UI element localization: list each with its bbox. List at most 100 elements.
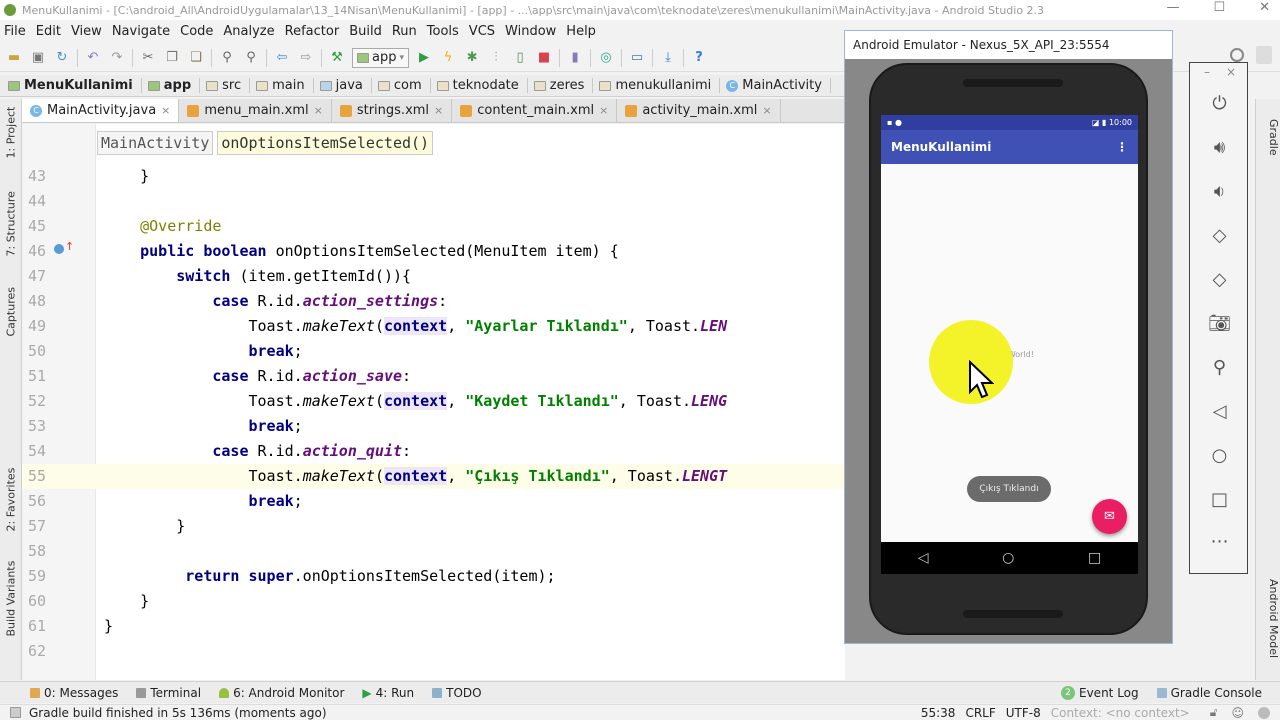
breadcrumb-item[interactable]: MenuKullanimi bbox=[8, 78, 142, 93]
menu-tools[interactable]: Tools bbox=[427, 24, 459, 39]
tab-strings[interactable]: strings.xml × bbox=[332, 99, 453, 122]
menu-code[interactable]: Code bbox=[180, 24, 213, 39]
code-line[interactable]: 53 break; bbox=[22, 414, 845, 439]
user-avatar-icon[interactable] bbox=[1256, 46, 1272, 64]
tool-messages[interactable]: 0: Messages bbox=[30, 686, 118, 700]
menu-edit[interactable]: Edit bbox=[36, 24, 61, 39]
code-line[interactable]: 49 Toast.makeText(context, "Ayarlar Tıkl… bbox=[22, 314, 845, 339]
cut-icon[interactable]: ✂ bbox=[139, 49, 157, 67]
open-folder-icon[interactable]: ▬ bbox=[5, 49, 23, 67]
code-line[interactable]: 62 bbox=[22, 639, 845, 664]
breadcrumb-item[interactable]: menukullanimi bbox=[599, 78, 721, 93]
project-structure-icon[interactable]: ▭ bbox=[628, 49, 646, 67]
code-line[interactable]: 57 } bbox=[22, 514, 845, 539]
volume-up-button[interactable]: 🔊︎ bbox=[1190, 137, 1249, 158]
nav-recents-icon[interactable]: □ bbox=[1088, 550, 1101, 566]
code-line[interactable]: 48 case R.id.action_settings: bbox=[22, 289, 845, 314]
menu-help[interactable]: Help bbox=[566, 24, 596, 39]
tool-favorites[interactable]: 2: Favorites bbox=[0, 468, 22, 532]
code-line[interactable]: 58 bbox=[22, 539, 845, 564]
tab-menu-main[interactable]: menu_main.xml × bbox=[179, 99, 332, 122]
close-tab-icon[interactable]: × bbox=[599, 104, 608, 117]
overview-button[interactable]: □ bbox=[1190, 489, 1249, 510]
rotate-left-button[interactable]: ◇ bbox=[1190, 225, 1249, 246]
more-button[interactable]: ⋯ bbox=[1190, 531, 1249, 552]
run-icon[interactable]: ▶ bbox=[415, 49, 433, 67]
code-line[interactable]: 52 Toast.makeText(context, "Kaydet Tıkla… bbox=[22, 389, 845, 414]
fab-mail-button[interactable]: ✉ bbox=[1092, 499, 1127, 534]
attach-debugger-icon[interactable]: ⫶ bbox=[487, 49, 505, 67]
menu-vcs[interactable]: VCS bbox=[469, 24, 495, 39]
tool-windows-toggle-icon[interactable] bbox=[10, 707, 21, 718]
tool-event-log[interactable]: 2 Event Log bbox=[1061, 685, 1139, 700]
tool-android-model[interactable]: Android Model bbox=[1258, 579, 1280, 658]
breadcrumb-item[interactable]: app bbox=[147, 78, 201, 93]
tool-android-monitor[interactable]: 6: Android Monitor bbox=[219, 686, 344, 700]
menu-analyze[interactable]: Analyze bbox=[223, 24, 274, 39]
code-line[interactable]: 43 } bbox=[22, 164, 845, 189]
code-line[interactable]: 51 case R.id.action_save: bbox=[22, 364, 845, 389]
code-line[interactable]: 46 public boolean onOptionsItemSelected(… bbox=[22, 239, 845, 264]
tool-run[interactable]: ▶ 4: Run bbox=[362, 686, 414, 700]
panel-minimize-button[interactable]: – bbox=[1204, 65, 1210, 79]
breadcrumb-item[interactable]: src bbox=[206, 78, 251, 93]
paste-icon[interactable]: ❏ bbox=[187, 49, 205, 67]
file-encoding[interactable]: UTF-8 bbox=[1006, 706, 1041, 720]
close-tab-icon[interactable]: × bbox=[434, 104, 443, 117]
home-button[interactable]: ○ bbox=[1190, 445, 1249, 466]
close-tab-icon[interactable]: × bbox=[762, 104, 771, 117]
breadcrumb-item[interactable]: java bbox=[319, 78, 372, 93]
nav-back-icon[interactable]: ◁ bbox=[918, 550, 929, 566]
search-everywhere-icon[interactable] bbox=[1230, 48, 1244, 62]
sdk-manager-icon[interactable]: ⤓ bbox=[659, 49, 677, 67]
gradle-sync-icon[interactable]: ◎ bbox=[597, 49, 615, 67]
breadcrumb-item[interactable]: C MainActivity bbox=[726, 78, 831, 93]
back-button[interactable]: ◁ bbox=[1190, 401, 1249, 422]
override-gutter-icon[interactable] bbox=[54, 244, 64, 254]
menu-refactor[interactable]: Refactor bbox=[285, 24, 340, 39]
overflow-menu-icon[interactable]: ⋮ bbox=[1116, 140, 1128, 154]
panel-close-button[interactable]: × bbox=[1226, 65, 1236, 79]
screenshot-button[interactable]: 📷︎ bbox=[1190, 313, 1249, 334]
tool-captures[interactable]: Captures bbox=[0, 287, 22, 336]
close-tab-icon[interactable]: × bbox=[161, 104, 170, 117]
run-config-dropdown[interactable]: app ▾ bbox=[352, 47, 410, 68]
code-line[interactable]: 50 break; bbox=[22, 339, 845, 364]
menu-file[interactable]: File bbox=[4, 24, 26, 39]
save-icon[interactable]: ▣ bbox=[29, 49, 47, 67]
volume-down-button[interactable]: 🔉︎ bbox=[1190, 181, 1249, 202]
help-icon[interactable]: ? bbox=[690, 49, 708, 67]
nav-class[interactable]: MainActivity bbox=[97, 131, 214, 155]
minimize-button[interactable]: — bbox=[1166, 0, 1179, 15]
tool-build-variants[interactable]: Build Variants bbox=[0, 561, 22, 637]
copy-icon[interactable]: ❐ bbox=[163, 49, 181, 67]
code-editor[interactable]: MainActivity onOptionsItemSelected() 43 … bbox=[22, 124, 845, 680]
sync-icon[interactable]: ↻ bbox=[53, 49, 71, 67]
forward-icon[interactable]: ⇨ bbox=[297, 49, 315, 67]
line-separator[interactable]: CRLF bbox=[965, 706, 995, 720]
code-line[interactable]: 47 switch (item.getItemId()){ bbox=[22, 264, 845, 289]
tool-todo[interactable]: TODO bbox=[432, 686, 482, 700]
rotate-right-button[interactable]: ◇ bbox=[1190, 269, 1249, 290]
zoom-button[interactable]: ⚲ bbox=[1190, 357, 1249, 378]
debug-icon[interactable]: ✱ bbox=[463, 49, 481, 67]
make-hammer-icon[interactable]: ⚒ bbox=[328, 49, 346, 67]
replace-icon[interactable]: ⚲ bbox=[242, 49, 260, 67]
tool-gradle-console[interactable]: Gradle Console bbox=[1156, 686, 1262, 700]
tab-content-main[interactable]: content_main.xml × bbox=[452, 99, 618, 122]
undo-icon[interactable]: ↶ bbox=[84, 49, 102, 67]
inspector-icon[interactable]: ☺ bbox=[1231, 706, 1244, 720]
breadcrumb-item[interactable]: com bbox=[377, 78, 431, 93]
breadcrumb-item[interactable]: main bbox=[256, 78, 314, 93]
close-button[interactable]: ✕ bbox=[1259, 0, 1270, 15]
breadcrumb-item[interactable]: zeres bbox=[533, 78, 594, 93]
back-icon[interactable]: ⇦ bbox=[273, 49, 291, 67]
tool-project[interactable]: 1: Project bbox=[0, 107, 22, 159]
code-line[interactable]: 44 bbox=[22, 189, 845, 214]
power-button[interactable]: ⏻ bbox=[1190, 93, 1249, 114]
code-line[interactable]: 59 return super.onOptionsItemSelected(it… bbox=[22, 564, 845, 589]
redo-icon[interactable]: ↷ bbox=[108, 49, 126, 67]
code-line[interactable]: 45 @Override bbox=[22, 214, 845, 239]
breadcrumb-item[interactable]: teknodate bbox=[436, 78, 528, 93]
menu-run[interactable]: Run bbox=[392, 24, 417, 39]
